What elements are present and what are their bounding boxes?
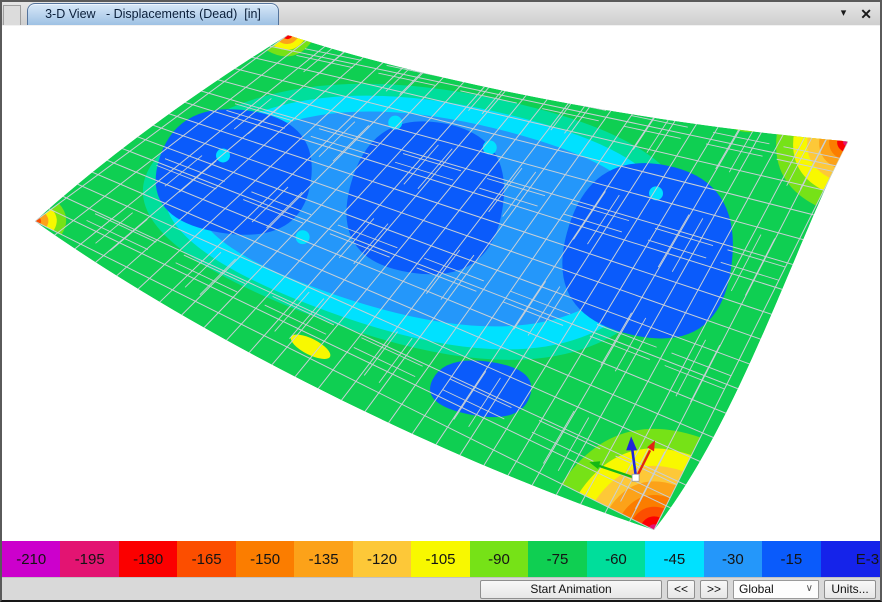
deformed-slab bbox=[10, 26, 876, 541]
view-tab-title: 3-D View - Displacements (Dead) [in] bbox=[45, 8, 261, 21]
legend-band: -30 bbox=[704, 541, 762, 577]
legend-band: -135 bbox=[294, 541, 352, 577]
legend-band-label: -135 bbox=[309, 551, 339, 568]
legend-band-label: -60 bbox=[605, 551, 627, 568]
legend-band-label: -45 bbox=[664, 551, 686, 568]
legend-band: -75 bbox=[528, 541, 586, 577]
legend-band: -45 bbox=[645, 541, 703, 577]
window-menu-icon[interactable]: ▾ bbox=[841, 8, 847, 19]
csys-value: Global bbox=[739, 582, 774, 596]
legend-band: -165 bbox=[177, 541, 235, 577]
legend-band-label: -90 bbox=[488, 551, 510, 568]
start-animation-button[interactable]: Start Animation bbox=[480, 580, 662, 599]
legend-band-label: -210 bbox=[16, 551, 46, 568]
legend-band: -90 bbox=[470, 541, 528, 577]
csys-dropdown[interactable]: Global ∨ bbox=[733, 580, 819, 599]
close-icon[interactable]: ✕ bbox=[860, 7, 872, 21]
bottom-toolbar: Start Animation << >> Global ∨ Units... bbox=[2, 577, 880, 600]
legend-band-label: -195 bbox=[75, 551, 105, 568]
legend-band: -105 bbox=[411, 541, 469, 577]
app-window: 3-D View - Displacements (Dead) [in] ▾ ✕ bbox=[0, 0, 882, 602]
legend-band: E-3 bbox=[821, 541, 880, 577]
tab-spacer bbox=[3, 5, 21, 25]
legend-band: -120 bbox=[353, 541, 411, 577]
units-button[interactable]: Units... bbox=[824, 580, 876, 599]
legend-band-label: -165 bbox=[192, 551, 222, 568]
3d-viewport[interactable] bbox=[2, 25, 880, 541]
titlebar: 3-D View - Displacements (Dead) [in] ▾ ✕ bbox=[2, 2, 880, 25]
chevron-down-icon: ∨ bbox=[806, 584, 813, 594]
legend-band-label: -75 bbox=[547, 551, 569, 568]
legend-band: -180 bbox=[119, 541, 177, 577]
legend-band-label: -120 bbox=[367, 551, 397, 568]
legend-band-label: E-3 bbox=[856, 551, 879, 568]
legend-band-label: -180 bbox=[133, 551, 163, 568]
legend-band: -210 bbox=[2, 541, 60, 577]
legend-band: -60 bbox=[587, 541, 645, 577]
legend-band: -15 bbox=[762, 541, 820, 577]
legend-band: -195 bbox=[60, 541, 118, 577]
next-step-button[interactable]: >> bbox=[700, 580, 728, 599]
legend-band-label: -30 bbox=[722, 551, 744, 568]
legend-band-label: -150 bbox=[250, 551, 280, 568]
contour-legend: -210 -195 -180 -165 -150 -135 -120 -105 -90 -75 -6… bbox=[2, 541, 880, 577]
displacement-contour-canvas[interactable] bbox=[2, 26, 880, 541]
prev-step-button[interactable]: << bbox=[667, 580, 695, 599]
legend-band-label: -105 bbox=[426, 551, 456, 568]
titlebar-controls: ▾ ✕ bbox=[841, 7, 872, 21]
view-tab[interactable]: 3-D View - Displacements (Dead) [in] bbox=[27, 3, 279, 25]
legend-band-label: -15 bbox=[780, 551, 802, 568]
legend-band: -150 bbox=[236, 541, 294, 577]
